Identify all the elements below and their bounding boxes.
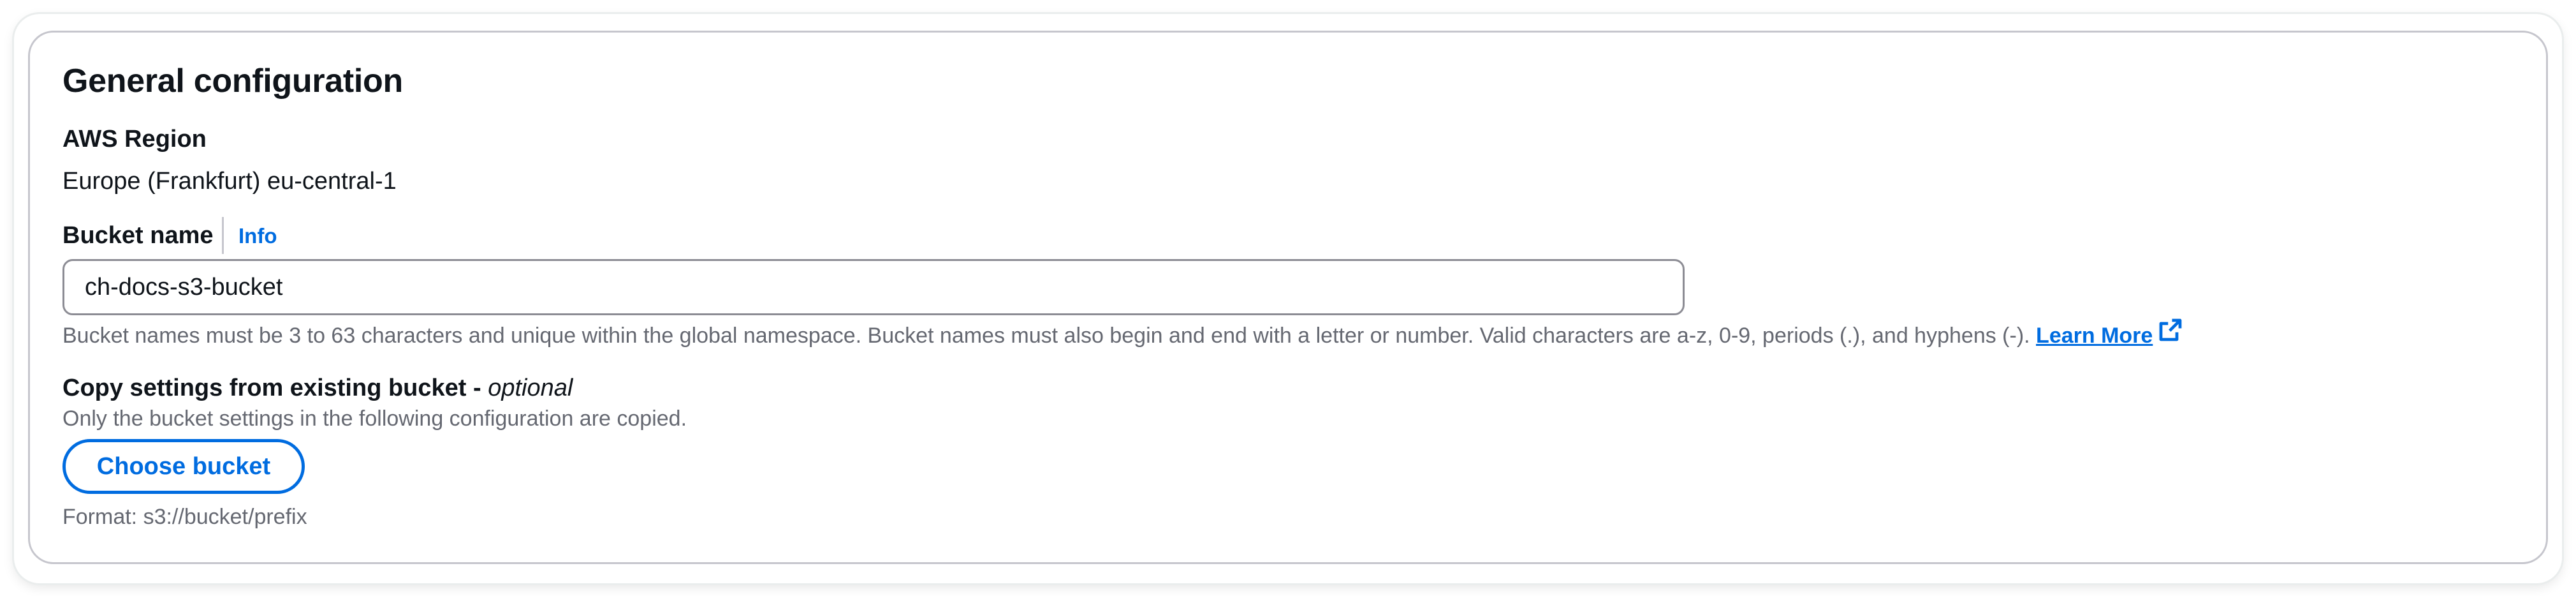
copy-settings-description: Only the bucket settings in the followin… (62, 406, 687, 431)
learn-more-label: Learn More (2036, 324, 2153, 348)
region-label: AWS Region (62, 126, 207, 153)
label-divider (222, 217, 224, 254)
bucket-name-input[interactable] (62, 259, 1685, 315)
section-title: General configuration (62, 63, 403, 100)
optional-label: optional (488, 375, 573, 401)
bucket-name-constraint-text: Bucket names must be 3 to 63 characters … (62, 324, 2030, 348)
copy-settings-label: Copy settings from existing bucket - opt… (62, 370, 573, 406)
bucket-name-hint: Bucket names must be 3 to 63 characters … (62, 318, 2183, 355)
choose-bucket-button[interactable]: Choose bucket (62, 439, 305, 494)
learn-more-link[interactable]: Learn More (2036, 318, 2183, 348)
copy-settings-label-text: Copy settings from existing bucket - (62, 375, 488, 401)
format-hint: Format: s3://bucket/prefix (62, 505, 307, 529)
region-value: Europe (Frankfurt) eu-central-1 (62, 168, 397, 195)
bucket-name-label: Bucket name (62, 222, 214, 249)
external-link-icon (2158, 317, 2183, 352)
info-link[interactable]: Info (238, 221, 277, 251)
